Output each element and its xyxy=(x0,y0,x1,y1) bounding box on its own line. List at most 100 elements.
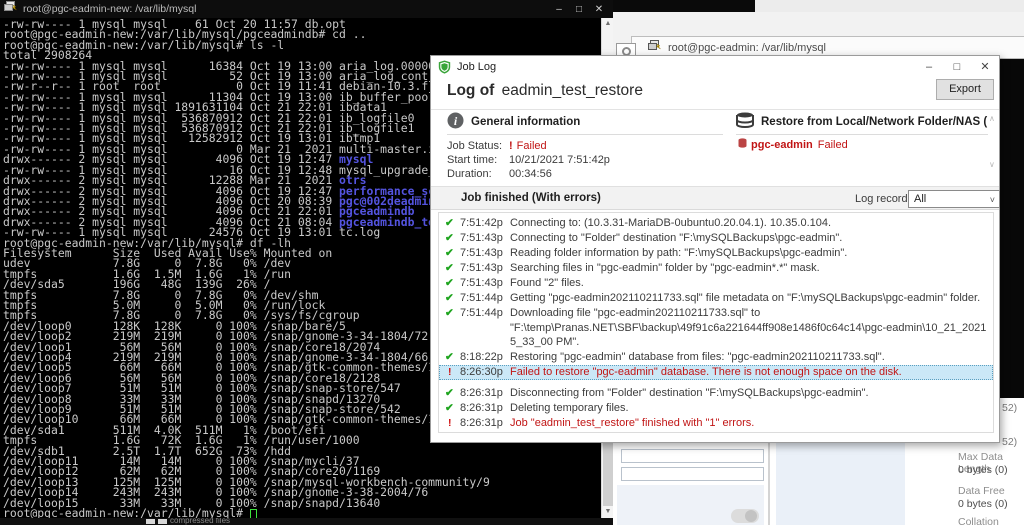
maximize-button[interactable]: □ xyxy=(569,4,589,15)
log-entry-time: 8:26:31p xyxy=(460,386,510,401)
check-icon: ✔ xyxy=(445,350,460,365)
restore-item-status: Failed xyxy=(818,139,848,151)
divider xyxy=(736,134,988,135)
scroll-up-icon[interactable]: ▲ xyxy=(602,18,614,30)
database-icon xyxy=(736,112,754,131)
log-records-label: Log records xyxy=(855,193,913,205)
check-icon: ✔ xyxy=(445,386,460,401)
restore-item[interactable]: pgc-eadmin Failed xyxy=(738,138,848,151)
putty-icon xyxy=(648,39,661,57)
log-entry-text: Getting "pgc-eadmin202110211733.sql" fil… xyxy=(510,291,989,306)
log-entry[interactable]: ✔8:26:31pDisconnecting from "Folder" des… xyxy=(439,386,993,401)
check-icon: ✔ xyxy=(445,276,460,291)
field-value: 0 bytes (0) xyxy=(958,498,1008,510)
log-section-title: Job finished (With errors) xyxy=(461,192,601,204)
close-button[interactable]: ✕ xyxy=(971,57,999,77)
log-entry-text: Failed to restore "pgc-eadmin" database.… xyxy=(510,365,989,380)
error-icon: ! xyxy=(509,140,513,152)
check-icon: ✔ xyxy=(445,231,460,246)
log-entry-time: 8:18:22p xyxy=(460,350,510,365)
log-entry[interactable]: ✔8:26:35pSending job log to jeff@smgi.ca… xyxy=(439,431,993,433)
log-entries-list[interactable]: ✔7:51:42pConnecting to: (10.3.31-MariaDB… xyxy=(438,212,994,433)
log-entry[interactable]: ✔7:51:44pDownloading file "pgc-eadmin202… xyxy=(439,306,993,350)
field-label: Data Free xyxy=(958,485,1005,497)
check-icon: ✔ xyxy=(445,291,460,306)
minimize-button[interactable]: – xyxy=(549,4,569,15)
maximize-button[interactable]: □ xyxy=(943,57,971,77)
log-entry-text: Connecting to "Folder" destination "F:\m… xyxy=(510,231,989,246)
check-icon: ✔ xyxy=(445,261,460,276)
job-log-dialog: Job Log – □ ✕ Log of eadmin_test_restore… xyxy=(430,55,1000,443)
background-terminal-title: root@pgc-eadmin: /var/lib/mysql xyxy=(668,42,826,54)
log-entry[interactable]: ✔7:51:42pConnecting to: (10.3.31-MariaDB… xyxy=(439,216,993,231)
log-entry[interactable]: ✔7:51:43pConnecting to "Folder" destinat… xyxy=(439,231,993,246)
background-window-edge xyxy=(613,0,755,12)
terminal-cursor xyxy=(250,509,257,518)
log-entry[interactable]: ✔7:51:43pFound "2" files. xyxy=(439,276,993,291)
log-entry-text: Job "eadmin_test_restore" finished with … xyxy=(510,416,989,431)
log-entry-text: Reading folder information by path: "F:\… xyxy=(510,246,989,261)
dialog-titlebar[interactable]: Job Log – □ ✕ xyxy=(431,56,999,78)
log-entry-time: 7:51:44p xyxy=(460,306,510,321)
minimize-button[interactable]: – xyxy=(915,57,943,77)
log-entry-time: 7:51:43p xyxy=(460,231,510,246)
export-button[interactable]: Export xyxy=(936,79,994,100)
database-item-icon xyxy=(738,138,747,151)
log-entry[interactable]: ✔7:51:44pGetting "pgc-eadmin202110211733… xyxy=(439,291,993,306)
background-panel xyxy=(776,443,905,525)
log-entry[interactable]: ✔8:26:31pDeleting temporary files. xyxy=(439,401,993,416)
panel-scroll-down-icon[interactable]: ∨ xyxy=(989,160,995,169)
background-terminal-content xyxy=(999,59,1024,398)
log-entry-time: 7:51:43p xyxy=(460,261,510,276)
log-entry-text: Found "2" files. xyxy=(510,276,989,291)
log-entry-time: 8:26:31p xyxy=(460,416,510,431)
log-entry[interactable]: !8:26:31pJob "eadmin_test_restore" finis… xyxy=(439,416,993,431)
background-bottom-window: compressed files xyxy=(0,518,613,525)
log-entry-text: Downloading file "pgc-eadmin202110211733… xyxy=(510,306,989,350)
panel-scroll-up-icon[interactable]: ∧ xyxy=(989,114,995,123)
duration-value: 00:34:56 xyxy=(509,168,552,180)
log-entry-text: Searching files in "pgc-eadmin" folder b… xyxy=(510,261,989,276)
log-entry[interactable]: ✔7:51:43pReading folder information by p… xyxy=(439,246,993,261)
log-entry-text: Connecting to: (10.3.31-MariaDB-0ubuntu0… xyxy=(510,216,989,231)
job-log-shield-icon xyxy=(438,60,451,74)
check-icon: ✔ xyxy=(445,306,460,321)
toggle-switch[interactable] xyxy=(731,509,759,523)
log-entry-text: Deleting temporary files. xyxy=(510,401,989,416)
divider xyxy=(431,109,999,110)
check-icon: ✔ xyxy=(445,431,460,433)
heading-prefix: Log of xyxy=(447,82,494,99)
terminal-title: root@pgc-eadmin-new: /var/lib/mysql xyxy=(23,3,549,15)
log-entry[interactable]: ✔7:51:43pSearching files in "pgc-eadmin"… xyxy=(439,261,993,276)
job-status-value: !Failed xyxy=(509,140,547,152)
scrollbar-thumb[interactable] xyxy=(603,442,613,506)
log-entry-time: 7:51:43p xyxy=(460,246,510,261)
terminal-titlebar[interactable]: root@pgc-eadmin-new: /var/lib/mysql – □ … xyxy=(0,0,613,18)
info-icon: i xyxy=(447,112,464,132)
log-entry-time: 8:26:31p xyxy=(460,401,510,416)
field-value: 0 bytes (0) xyxy=(958,464,1008,476)
putty-icon xyxy=(4,0,17,18)
log-section-header: Job finished (With errors) Log records A… xyxy=(431,186,999,210)
background-text-input-2[interactable] xyxy=(621,467,764,481)
close-button[interactable]: ✕ xyxy=(589,4,609,15)
error-icon: ! xyxy=(445,416,460,431)
check-icon: ✔ xyxy=(445,246,460,261)
background-text-input-1[interactable] xyxy=(621,449,764,463)
dialog-heading: Log of eadmin_test_restore xyxy=(447,82,643,100)
filter-selected-value: All xyxy=(914,193,926,205)
job-status-label: Job Status: xyxy=(447,140,502,152)
check-icon: ✔ xyxy=(445,216,460,231)
restore-header: Restore from Local/Network Folder/NAS (F… xyxy=(736,112,988,131)
log-records-filter-select[interactable]: All ˅ xyxy=(908,190,1000,208)
log-entry[interactable]: !8:26:30pFailed to restore "pgc-eadmin" … xyxy=(439,365,993,380)
info-fragment: 52) xyxy=(1002,436,1017,448)
chevron-down-icon: ˅ xyxy=(990,192,995,208)
restore-item-name: pgc-eadmin xyxy=(751,139,813,151)
log-entry[interactable]: ✔8:18:22pRestoring "pgc-eadmin" database… xyxy=(439,350,993,365)
log-entry-text: Disconnecting from "Folder" destination … xyxy=(510,386,989,401)
dialog-title: Job Log xyxy=(457,61,915,73)
bottom-strip-text: compressed files xyxy=(170,518,230,525)
scroll-down-icon[interactable]: ▼ xyxy=(602,506,614,518)
field-label: Collation xyxy=(958,516,999,525)
